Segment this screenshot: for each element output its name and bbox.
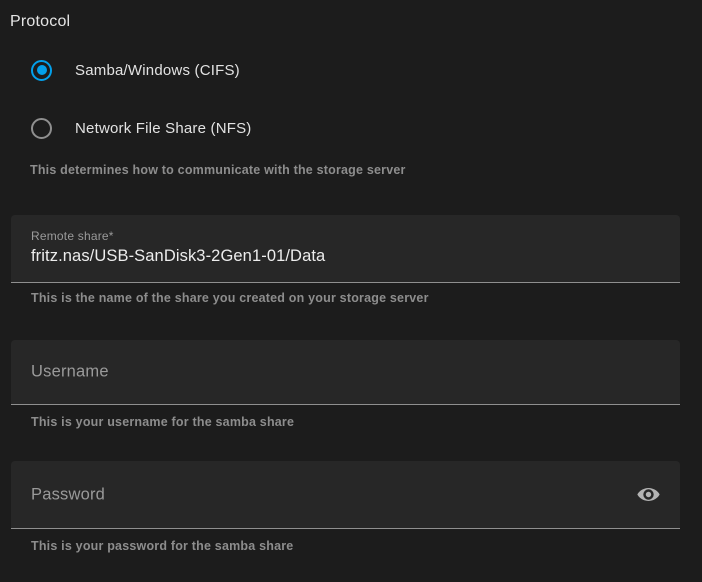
radio-option-nfs[interactable]: Network File Share (NFS) (31, 116, 252, 140)
remote-share-helper-text: This is the name of the share you create… (31, 291, 429, 305)
radio-option-samba-cifs[interactable]: Samba/Windows (CIFS) (31, 58, 240, 82)
network-storage-form: Protocol Samba/Windows (CIFS) Network Fi… (0, 0, 702, 582)
password-label: Password (31, 485, 105, 504)
username-field[interactable]: Username (11, 340, 680, 405)
protocol-section-label: Protocol (10, 13, 70, 31)
username-label: Username (31, 363, 109, 382)
radio-option-label: Network File Share (NFS) (75, 120, 252, 137)
remote-share-field[interactable]: Remote share* fritz.nas/USB-SanDisk3-2Ge… (11, 215, 680, 283)
password-field[interactable]: Password (11, 461, 680, 529)
remote-share-value[interactable]: fritz.nas/USB-SanDisk3-2Gen1-01/Data (31, 247, 325, 266)
visibility-eye-icon (636, 482, 661, 507)
username-helper-text: This is your username for the samba shar… (31, 415, 294, 429)
toggle-password-visibility-button[interactable] (635, 482, 661, 508)
protocol-helper-text: This determines how to communicate with … (30, 163, 406, 177)
radio-option-label: Samba/Windows (CIFS) (75, 62, 240, 79)
password-helper-text: This is your password for the samba shar… (31, 539, 293, 553)
remote-share-label: Remote share* (31, 229, 114, 243)
radio-unselected-icon[interactable] (31, 118, 52, 139)
radio-selected-icon[interactable] (31, 60, 52, 81)
